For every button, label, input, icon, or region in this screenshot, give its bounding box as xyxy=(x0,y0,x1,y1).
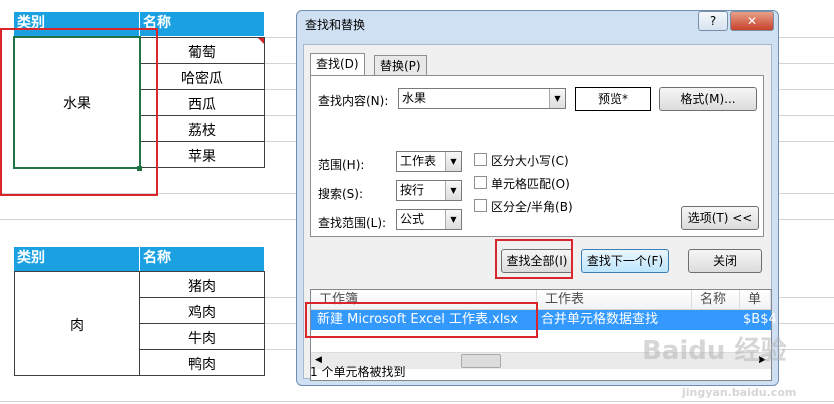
search-select[interactable]: 按行 ▼ xyxy=(396,180,462,201)
column-name[interactable]: 名称 xyxy=(692,290,740,310)
watermark-url: jingyan.baidu.com xyxy=(682,386,797,399)
close-icon[interactable]: ✕ xyxy=(730,11,774,31)
match-width-label: 区分全/半角(B) xyxy=(491,200,573,214)
table1-header-name: 名称 xyxy=(140,12,264,36)
find-all-highlight xyxy=(495,239,573,279)
gridline xyxy=(0,401,834,402)
match-case-checkbox[interactable] xyxy=(474,153,487,166)
chevron-down-icon[interactable]: ▼ xyxy=(445,152,461,171)
column-cell[interactable]: 单元 xyxy=(740,290,771,310)
tab-replace[interactable]: 替换(P) xyxy=(374,55,427,77)
options-button[interactable]: 选项(T) << xyxy=(681,206,759,230)
within-value: 工作表 xyxy=(400,154,437,168)
column-sheet[interactable]: 工作表 xyxy=(537,290,692,310)
find-what-value: 水果 xyxy=(402,91,427,105)
match-width-checkbox[interactable] xyxy=(474,199,487,212)
scroll-thumb[interactable] xyxy=(461,354,501,368)
preview-box: 预览* xyxy=(575,87,651,111)
comment-indicator xyxy=(258,38,264,44)
lookin-label: 查找范围(L): xyxy=(318,216,387,230)
red-highlight-box xyxy=(0,28,158,196)
find-next-button[interactable]: 查找下一个(F) xyxy=(581,249,669,273)
dialog-body: 查找(D) 替换(P) 查找内容(N): 水果 ▼ 预览* 格式(M)... 范… xyxy=(303,44,777,381)
chevron-down-icon[interactable]: ▼ xyxy=(549,89,565,108)
table2-item: 牛肉 xyxy=(188,331,216,347)
find-what-label: 查找内容(N): xyxy=(318,94,389,108)
find-options-panel: 查找内容(N): 水果 ▼ 预览* 格式(M)... 范围(H): 工作表 ▼ … xyxy=(310,75,764,237)
table1-item: 葡萄 xyxy=(188,45,216,61)
find-what-combo[interactable]: 水果 ▼ xyxy=(398,88,566,109)
match-cell-checkbox[interactable] xyxy=(474,176,487,189)
dialog-title: 查找和替换 xyxy=(305,18,366,32)
table1-item: 西瓜 xyxy=(188,97,216,113)
table2-header-category: 类别 xyxy=(14,247,139,271)
search-label: 搜索(S): xyxy=(318,187,364,201)
tab-find[interactable]: 查找(D) xyxy=(310,53,365,77)
table2-header-name: 名称 xyxy=(140,247,264,271)
table1-item: 哈密瓜 xyxy=(181,71,223,87)
table2-category-value: 肉 xyxy=(70,318,84,334)
help-button[interactable]: ? xyxy=(698,11,728,31)
result-sheet: 合并单元格数据查找 xyxy=(541,312,659,327)
chevron-down-icon[interactable]: ▼ xyxy=(445,210,461,229)
result-highlight xyxy=(305,302,538,338)
table1-item: 苹果 xyxy=(188,149,216,165)
chevron-down-icon[interactable]: ▼ xyxy=(445,181,461,200)
watermark-brand: Baidu 经验 xyxy=(642,336,787,366)
table2-item: 鸭肉 xyxy=(188,357,216,373)
lookin-value: 公式 xyxy=(400,212,425,226)
status-text: 1 个单元格被找到 xyxy=(310,365,406,379)
result-cell: $B$4 xyxy=(743,312,777,327)
table2-item: 猪肉 xyxy=(188,279,216,295)
lookin-select[interactable]: 公式 ▼ xyxy=(396,209,462,230)
within-label: 范围(H): xyxy=(318,158,365,172)
table1-item: 荔枝 xyxy=(188,123,216,139)
format-button[interactable]: 格式(M)... xyxy=(659,87,757,111)
search-value: 按行 xyxy=(400,183,425,197)
match-case-label: 区分大小写(C) xyxy=(491,154,569,168)
table2-item: 鸡肉 xyxy=(188,305,216,321)
match-cell-label: 单元格匹配(O) xyxy=(491,177,570,191)
within-select[interactable]: 工作表 ▼ xyxy=(396,151,462,172)
close-button[interactable]: 关闭 xyxy=(688,249,762,273)
